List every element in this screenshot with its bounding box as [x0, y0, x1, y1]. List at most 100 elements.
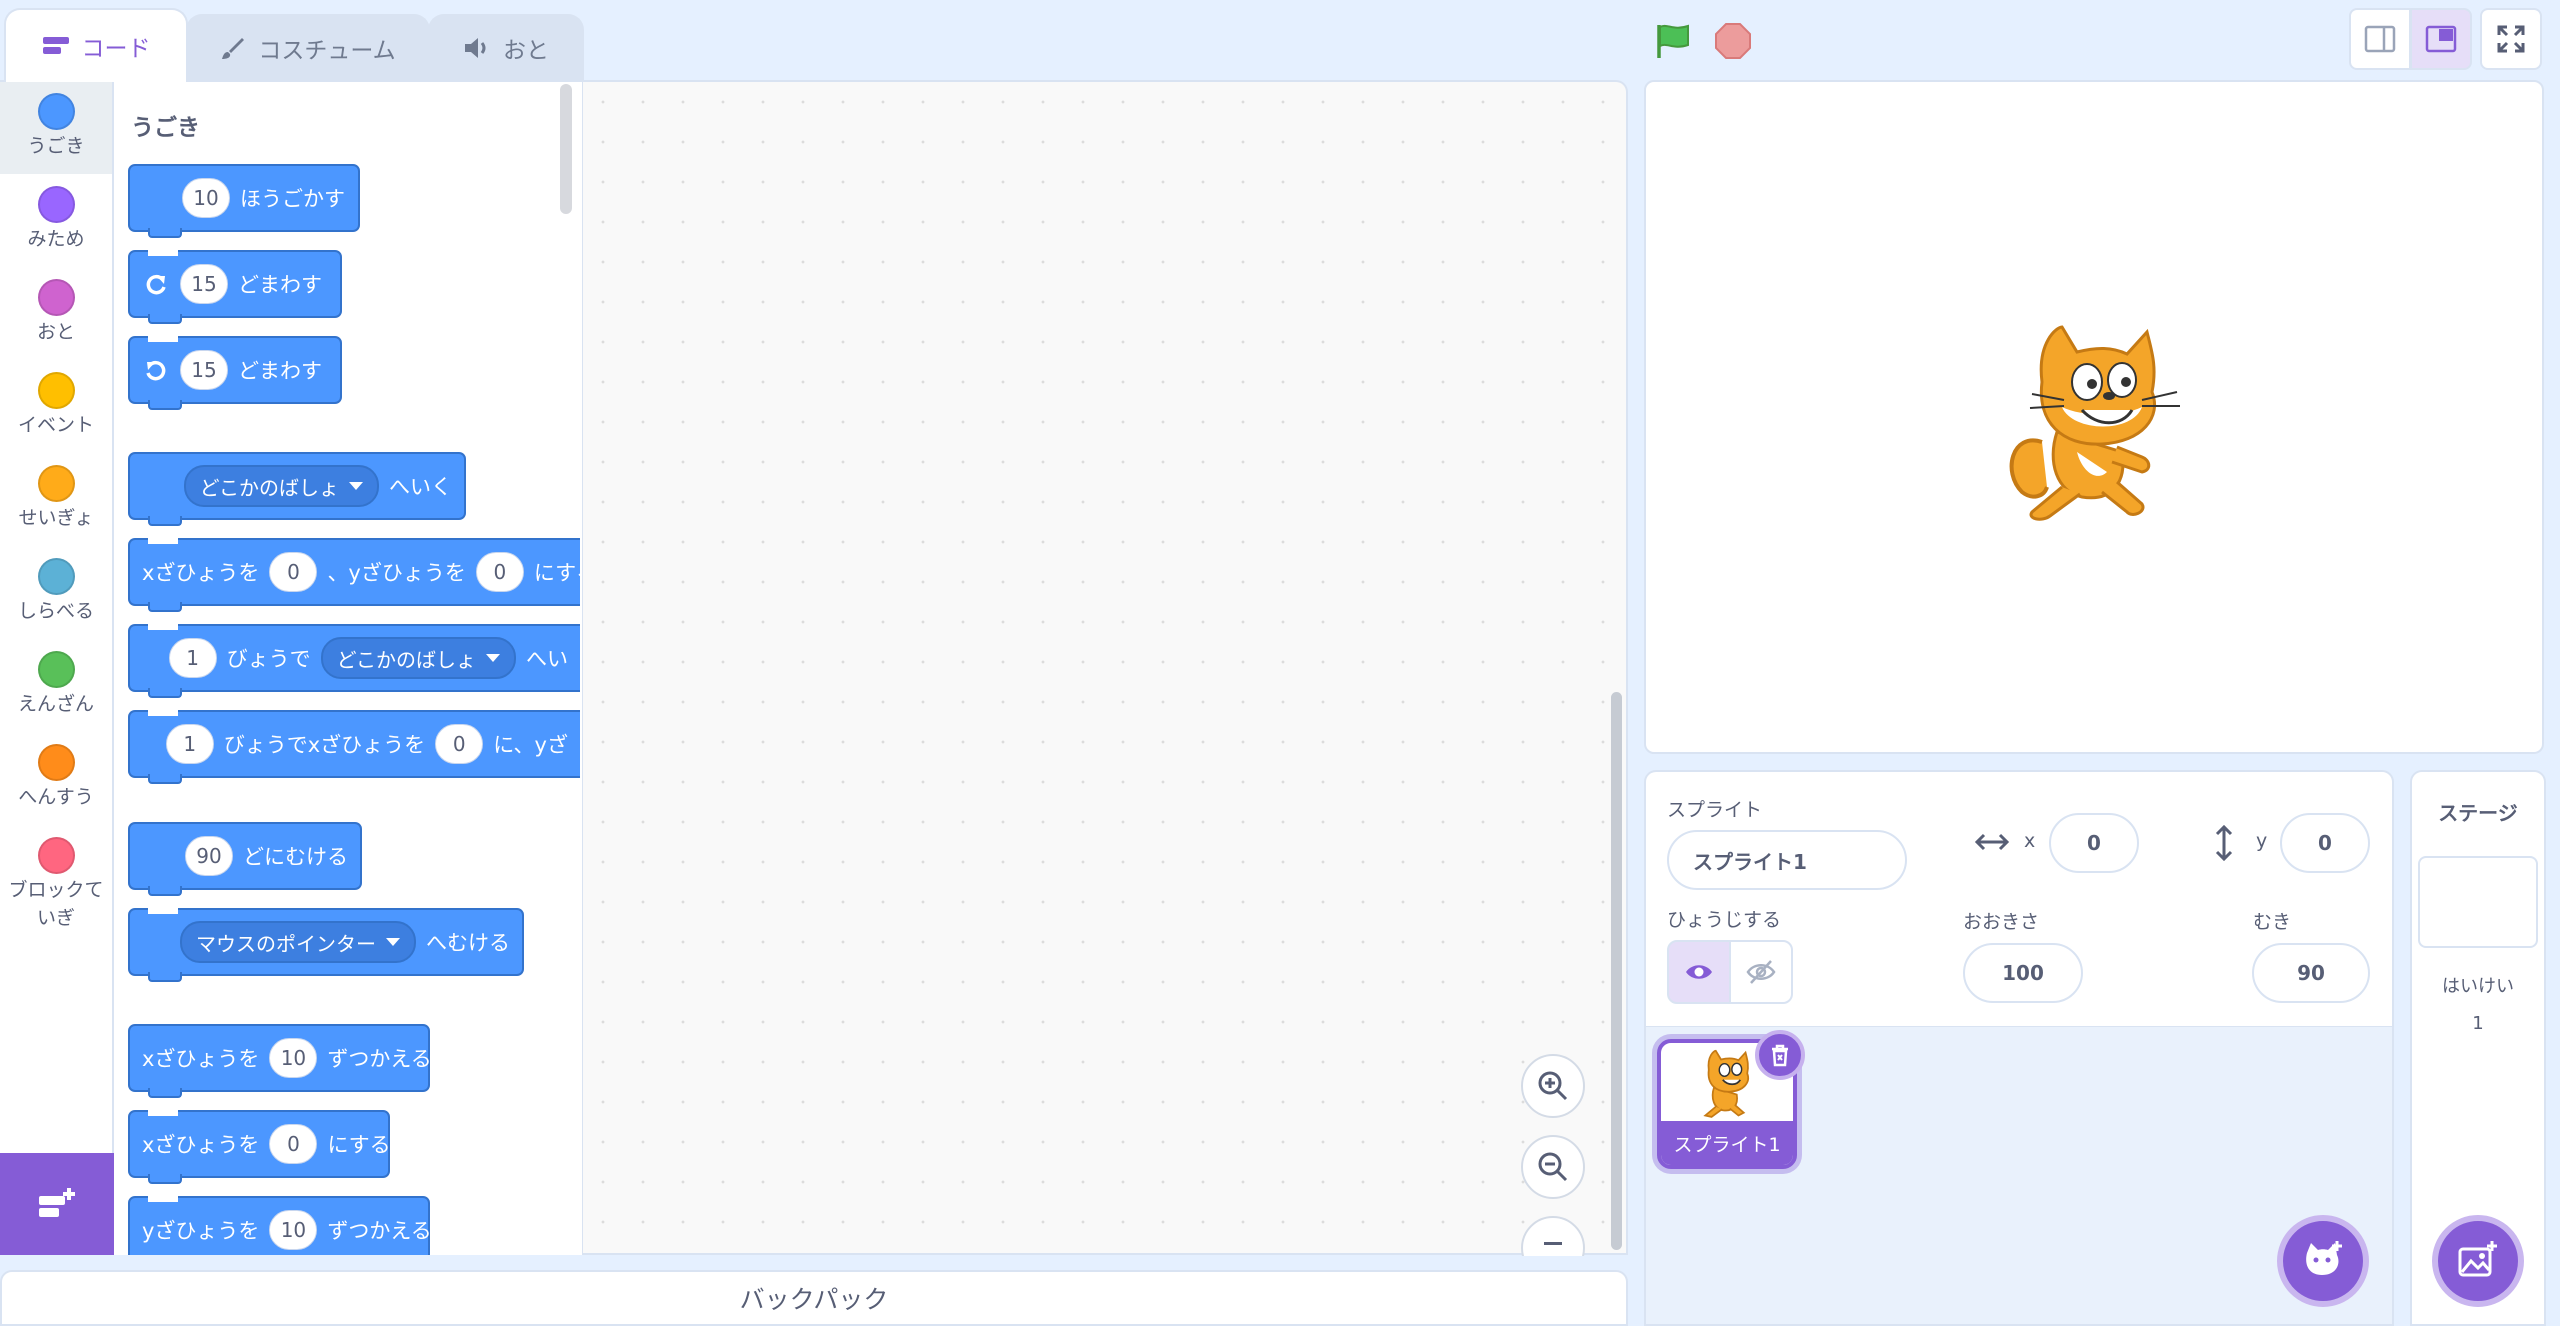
block-input[interactable]: 10	[269, 1038, 318, 1078]
category-dot	[37, 279, 75, 316]
add-extension-button[interactable]	[0, 1153, 114, 1255]
block-input[interactable]: 10	[182, 178, 230, 218]
block-input[interactable]: 0	[435, 724, 484, 764]
sprite-label: スプライト	[1667, 799, 1763, 821]
tab-costumes-label: コスチューム	[258, 38, 396, 64]
block-input[interactable]: 1	[168, 638, 217, 678]
zoom-reset-button[interactable]	[1521, 1216, 1585, 1256]
block-input[interactable]: 0	[269, 552, 318, 592]
category-sensing[interactable]: しらべる	[0, 547, 112, 639]
block-text: へいく	[389, 475, 452, 499]
block-turn-left[interactable]: 15 どまわす	[128, 336, 342, 410]
stop-icon	[1715, 23, 1751, 59]
block-glide-to[interactable]: 1 びょうで どこかのばしょ へい	[128, 624, 580, 698]
block-change-x[interactable]: xざひょうを 10 ずつかえる	[128, 1024, 432, 1098]
block-go-to[interactable]: どこかのばしょ へいく	[128, 452, 466, 526]
stage-thumbnail[interactable]	[2418, 856, 2538, 948]
block-text: びょうでxざひょうを	[223, 733, 426, 757]
block-input[interactable]: 0	[269, 1124, 318, 1164]
cat-sprite-icon	[2009, 325, 2180, 521]
choose-backdrop-button[interactable]	[2432, 1215, 2524, 1307]
stop-button[interactable]	[1710, 18, 1756, 64]
delete-sprite-button[interactable]	[1755, 1030, 1805, 1080]
block-input[interactable]: 15	[180, 264, 228, 304]
block-text: xざひょうを	[142, 1047, 260, 1071]
category-label: おと	[36, 321, 75, 343]
category-dot	[37, 744, 75, 781]
category-variables[interactable]: へんすう	[0, 733, 112, 825]
block-dropdown[interactable]: マウスのポインター	[180, 921, 416, 963]
show-button[interactable]	[1667, 940, 1731, 1004]
block-change-y[interactable]: yざひょうを 10 ずつかえる	[128, 1196, 432, 1270]
category-label: うごき	[27, 135, 85, 157]
block-text: どまわす	[238, 359, 322, 383]
workspace-scrollbar[interactable]	[1611, 692, 1622, 1250]
category-dot	[37, 465, 75, 502]
choose-sprite-button[interactable]	[2277, 1215, 2369, 1307]
category-sound[interactable]: おと	[0, 268, 112, 360]
block-input[interactable]: 0	[475, 552, 524, 592]
category-my-blocks[interactable]: ブロックていぎ	[0, 826, 112, 936]
small-stage-icon	[2364, 25, 2396, 53]
large-stage-button[interactable]	[2410, 8, 2472, 70]
tab-code-label: コード	[81, 36, 151, 62]
block-go-to-xy[interactable]: xざひょうを 0 、yざひょうを 0 にする	[128, 538, 597, 612]
block-point-direction[interactable]: 90 どにむける	[128, 822, 362, 896]
size-field[interactable]: 100	[1963, 943, 2083, 1003]
block-text: に、yざ	[493, 733, 568, 757]
green-flag-button[interactable]	[1650, 18, 1696, 64]
block-input[interactable]: 15	[180, 350, 228, 390]
block-text: へむける	[426, 931, 510, 955]
direction-field[interactable]: 90	[2252, 943, 2370, 1003]
hide-button[interactable]	[1729, 940, 1793, 1004]
palette-bottom-cover	[114, 1255, 582, 1270]
block-glide-xy[interactable]: 1 びょうでxざひょうを 0 に、yざ	[128, 710, 580, 784]
category-events[interactable]: イベント	[0, 361, 112, 453]
block-text: びょうで	[226, 647, 311, 671]
block-dropdown[interactable]: どこかのばしょ	[183, 465, 379, 507]
trash-icon	[1772, 1044, 1788, 1067]
palette-scrollbar[interactable]	[560, 84, 572, 214]
backpack[interactable]: バックパック	[0, 1270, 1628, 1326]
dropdown-value: どこかのばしょ	[336, 647, 476, 672]
code-icon	[42, 37, 69, 54]
category-label: みため	[27, 228, 85, 250]
brush-icon	[222, 38, 245, 59]
speaker-icon	[465, 38, 486, 58]
fullscreen-button[interactable]	[2480, 8, 2542, 70]
block-text: xざひょうを	[142, 1133, 260, 1157]
block-move-steps[interactable]: 10 ほうごかす	[128, 164, 360, 238]
tab-code[interactable]: コード	[4, 8, 188, 82]
tab-costumes[interactable]: コスチューム	[186, 14, 430, 80]
block-point-towards[interactable]: マウスのポインター へむける	[128, 908, 524, 982]
stage-pane-title: ステージ	[2438, 801, 2518, 825]
x-field[interactable]: 0	[2049, 813, 2139, 873]
rotate-right-icon	[146, 274, 166, 295]
cat-add-icon	[2306, 1241, 2342, 1275]
block-set-x[interactable]: xざひょうを 0 にする	[128, 1110, 391, 1184]
category-control[interactable]: せいぎょ	[0, 454, 112, 546]
category-dot	[37, 372, 75, 409]
stage-canvas[interactable]	[1644, 80, 2544, 754]
category-operators[interactable]: えんざん	[0, 640, 112, 732]
block-input[interactable]: 1	[165, 724, 214, 764]
category-dot	[37, 837, 75, 874]
script-workspace[interactable]	[582, 80, 1628, 1255]
block-dropdown[interactable]: どこかのばしょ	[320, 637, 516, 679]
block-input[interactable]: 10	[269, 1210, 318, 1250]
sprite-name-field[interactable]: スプライト1	[1667, 830, 1907, 890]
block-input[interactable]: 90	[185, 836, 233, 876]
zoom-out-button[interactable]	[1521, 1135, 1585, 1199]
category-label: せいぎょ	[18, 507, 94, 529]
small-stage-button[interactable]	[2349, 8, 2411, 70]
y-field[interactable]: 0	[2280, 813, 2370, 873]
tab-sounds[interactable]: おと	[428, 14, 584, 80]
zoom-in-button[interactable]	[1521, 1054, 1585, 1118]
category-label: イベント	[17, 414, 94, 436]
block-text: yざひょうを	[142, 1219, 260, 1243]
category-menu: うごき みため おと イベント せいぎょ しらべる えんざん へんすう ブロック…	[0, 80, 114, 1255]
eye-icon	[1686, 965, 1712, 979]
category-looks[interactable]: みため	[0, 175, 112, 267]
category-motion[interactable]: うごき	[0, 82, 112, 174]
block-turn-right[interactable]: 15 どまわす	[128, 250, 342, 324]
